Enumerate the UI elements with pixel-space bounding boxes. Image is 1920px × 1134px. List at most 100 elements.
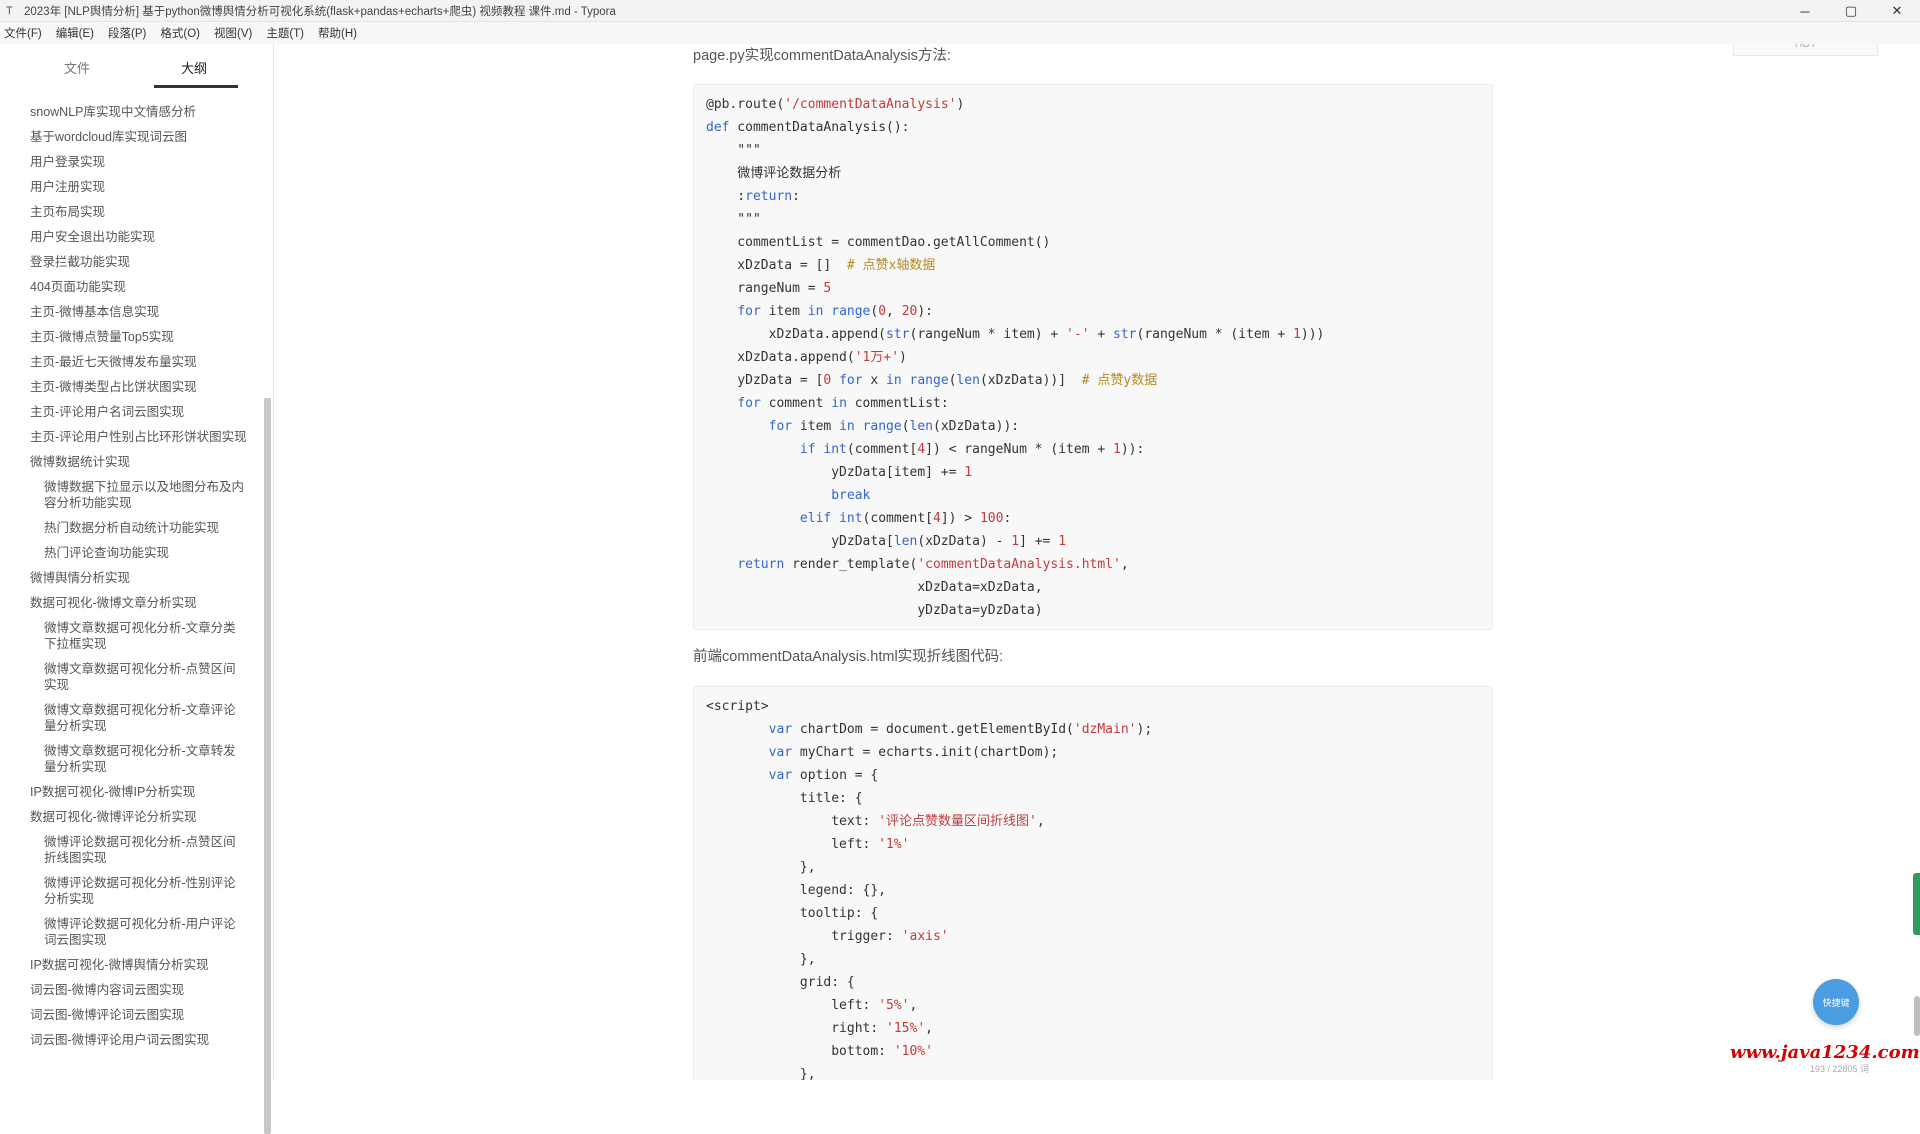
outline-item[interactable]: 热门评论查询功能实现 bbox=[0, 541, 262, 566]
code-line: xDzData=xDzData, bbox=[706, 580, 1043, 595]
code-line: """ bbox=[706, 143, 761, 158]
outline-item[interactable]: 数据可视化-微博评论分析实现 bbox=[0, 805, 262, 830]
outline-item[interactable]: 主页-微博类型占比饼状图实现 bbox=[0, 375, 262, 400]
outline-item[interactable]: 主页-评论用户名词云图实现 bbox=[0, 400, 262, 425]
outline-item[interactable]: 词云图-微博评论用户词云图实现 bbox=[0, 1028, 262, 1053]
close-button[interactable]: ✕ bbox=[1874, 0, 1920, 22]
outline-item[interactable]: 主页-最近七天微博发布量实现 bbox=[0, 350, 262, 375]
outline-item[interactable]: 微博评论数据可视化分析-点赞区间折线图实现 bbox=[0, 830, 262, 871]
sidebar-scrollbar-thumb[interactable] bbox=[264, 398, 271, 1134]
outline-item[interactable]: 404页面功能实现 bbox=[0, 275, 262, 300]
code-line: legend: {}, bbox=[706, 883, 887, 898]
code-line: for item in range(0, 20): bbox=[737, 304, 934, 319]
outline-item[interactable]: 数据可视化-微博文章分析实现 bbox=[0, 591, 262, 616]
outline-item[interactable]: 微博文章数据可视化分析-文章评论量分析实现 bbox=[0, 698, 262, 739]
code-line: break bbox=[831, 488, 871, 503]
code-line: return render_template('commentDataAnaly… bbox=[737, 557, 1129, 572]
code-line: left: '1%' bbox=[706, 837, 910, 852]
sidebar-scrollbar[interactable] bbox=[263, 100, 273, 1134]
outline-item[interactable]: 用户注册实现 bbox=[0, 175, 262, 200]
menu-bar: 文件(F) 编辑(E) 段落(P) 格式(O) 视图(V) 主题(T) 帮助(H… bbox=[0, 22, 1920, 44]
menu-help[interactable]: 帮助(H) bbox=[318, 25, 357, 41]
window-title: 2023年 [NLP舆情分析] 基于python微博舆情分析可视化系统(flas… bbox=[24, 5, 616, 18]
code-line: def commentDataAnalysis(): bbox=[706, 120, 910, 135]
code-line: }, bbox=[706, 952, 816, 967]
outline-item[interactable]: 词云图-微博评论词云图实现 bbox=[0, 1003, 262, 1028]
code-line: 微博评论数据分析 bbox=[706, 166, 842, 181]
code-line: text: '评论点赞数量区间折线图', bbox=[706, 814, 1045, 829]
code-line: yDzData=yDzData) bbox=[706, 603, 1043, 618]
outline-item[interactable]: 热门数据分析自动统计功能实现 bbox=[0, 516, 262, 541]
floating-tab[interactable]: HOT bbox=[1733, 44, 1878, 56]
outline-item[interactable]: 微博文章数据可视化分析-点赞区间实现 bbox=[0, 657, 262, 698]
code-line: }, bbox=[706, 1067, 816, 1080]
sidebar: 文件 大纲 snowNLP库实现中文情感分析 基于wordcloud库实现词云图用… bbox=[0, 44, 274, 1134]
code-line: if int(comment[4]) < rangeNum * (item + … bbox=[799, 442, 1145, 457]
code-line: grid: { bbox=[706, 975, 855, 990]
outline-item[interactable]: 主页-微博点赞量Top5实现 bbox=[0, 325, 262, 350]
outline-item[interactable]: 微博评论数据可视化分析-用户评论词云图实现 bbox=[0, 912, 262, 953]
outline-item[interactable]: 主页-评论用户性别占比环形饼状图实现 bbox=[0, 425, 262, 450]
code-block-javascript[interactable]: <script> var chartDom = document.getElem… bbox=[693, 686, 1493, 1080]
outline-item[interactable]: IP数据可视化-微博IP分析实现 bbox=[0, 780, 262, 805]
word-count-status: 193 / 22805 词 bbox=[1810, 1064, 1870, 1074]
outline-item[interactable]: 微博数据下拉显示以及地图分布及内容分析功能实现 bbox=[0, 475, 262, 516]
title-bar: T 2023年 [NLP舆情分析] 基于python微博舆情分析可视化系统(fl… bbox=[0, 0, 1920, 22]
editor-area[interactable]: HOT page.py实现commentDataAnalysis方法: @pb.… bbox=[275, 44, 1920, 1080]
code-line: xDzData = [] # 点赞x轴数据 bbox=[706, 258, 936, 273]
menu-edit[interactable]: 编辑(E) bbox=[56, 25, 94, 41]
typora-app-icon: T bbox=[6, 4, 13, 17]
code-line: title: { bbox=[706, 791, 863, 806]
code-line: commentList = commentDao.getAllComment() bbox=[706, 235, 1051, 250]
outline-item[interactable]: snowNLP库实现中文情感分析 bbox=[0, 100, 262, 125]
outline-item[interactable]: 基于wordcloud库实现词云图 bbox=[0, 125, 262, 150]
code-line: var option = { bbox=[768, 768, 879, 783]
outline-item[interactable]: 微博文章数据可视化分析-文章分类下拉框实现 bbox=[0, 616, 262, 657]
code-line: yDzData[item] += 1 bbox=[706, 465, 973, 480]
active-tab-indicator bbox=[154, 85, 238, 88]
code-line: xDzData.append('1万+') bbox=[706, 350, 907, 365]
outline-item[interactable]: 登录拦截功能实现 bbox=[0, 250, 262, 275]
code-line: <script> bbox=[706, 699, 769, 714]
code-line: xDzData.append(str(rangeNum * item) + '-… bbox=[706, 327, 1325, 342]
editor-scrollbar-thumb[interactable] bbox=[1914, 996, 1920, 1036]
sidebar-tabs: 文件 大纲 bbox=[0, 44, 274, 88]
outline-item[interactable]: 用户安全退出功能实现 bbox=[0, 225, 262, 250]
outline-item[interactable]: 主页布局实现 bbox=[0, 200, 262, 225]
code-block-python[interactable]: @pb.route('/commentDataAnalysis') def com… bbox=[693, 84, 1493, 630]
outline-item[interactable]: IP数据可视化-微博舆情分析实现 bbox=[0, 953, 262, 978]
code-line: var chartDom = document.getElementById('… bbox=[768, 722, 1153, 737]
menu-theme[interactable]: 主题(T) bbox=[266, 25, 304, 41]
maximize-button[interactable]: ▢ bbox=[1828, 0, 1874, 22]
outline-item[interactable]: 词云图-微博内容词云图实现 bbox=[0, 978, 262, 1003]
outline-item[interactable]: 主页-微博基本信息实现 bbox=[0, 300, 262, 325]
paragraph-page-py: page.py实现commentDataAnalysis方法: bbox=[693, 48, 951, 64]
tab-outline[interactable]: 大纲 bbox=[181, 58, 207, 77]
outline-item[interactable]: 用户登录实现 bbox=[0, 150, 262, 175]
outline-item[interactable]: 微博舆情分析实现 bbox=[0, 566, 262, 591]
code-line: }, bbox=[706, 860, 816, 875]
side-widget-tab[interactable] bbox=[1913, 873, 1920, 935]
code-line: for comment in commentList: bbox=[737, 396, 949, 411]
minimize-button[interactable]: ─ bbox=[1782, 0, 1828, 22]
outline-list: snowNLP库实现中文情感分析 基于wordcloud库实现词云图 用户登录实现用… bbox=[0, 100, 262, 1080]
paragraph-frontend-html: 前端commentDataAnalysis.html实现折线图代码: bbox=[693, 649, 1004, 665]
code-line: tooltip: { bbox=[706, 906, 879, 921]
tab-files[interactable]: 文件 bbox=[64, 58, 90, 77]
menu-file[interactable]: 文件(F) bbox=[4, 25, 42, 41]
code-line: """ bbox=[706, 212, 761, 227]
outline-item[interactable]: 微博文章数据可视化分析-文章转发量分析实现 bbox=[0, 739, 262, 780]
menu-paragraph[interactable]: 段落(P) bbox=[108, 25, 146, 41]
code-line: for item in range(len(xDzData)): bbox=[768, 419, 1020, 434]
menu-format[interactable]: 格式(O) bbox=[160, 25, 200, 41]
menu-view[interactable]: 视图(V) bbox=[214, 25, 252, 41]
outline-item[interactable]: 微博评论数据可视化分析-性别评论分析实现 bbox=[0, 871, 262, 912]
code-line: :return: bbox=[706, 189, 800, 204]
code-line: @pb.route('/commentDataAnalysis') bbox=[706, 97, 965, 112]
code-line: trigger: 'axis' bbox=[706, 929, 949, 944]
code-line: yDzData[len(xDzData) - 1] += 1 bbox=[706, 534, 1067, 549]
code-line: left: '5%', bbox=[706, 998, 918, 1013]
outline-item[interactable]: 微博数据统计实现 bbox=[0, 450, 262, 475]
floating-assistant-button[interactable]: 快捷键 bbox=[1813, 979, 1859, 1025]
code-line: bottom: '10%' bbox=[706, 1044, 933, 1059]
